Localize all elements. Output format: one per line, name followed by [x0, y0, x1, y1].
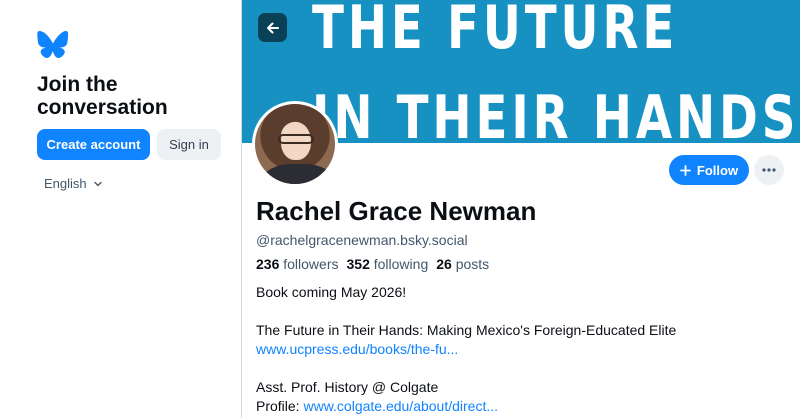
posts-label: posts [455, 256, 490, 272]
followers-stat[interactable]: 236 followers [256, 256, 339, 272]
avatar-shirt [263, 164, 333, 184]
bio-profile-prefix: Profile: [256, 398, 304, 414]
following-stat[interactable]: 352 following [347, 256, 429, 272]
avatar[interactable] [252, 101, 338, 187]
bio-line-3: Asst. Prof. History @ Colgate [256, 379, 439, 395]
banner-text-line1: THE FUTURE [312, 0, 679, 63]
language-label: English [44, 176, 87, 191]
chevron-down-icon [93, 181, 102, 186]
banner-text-line2: IN THEIR HANDS [312, 83, 800, 143]
left-sidebar: Join the conversation Create account Sig… [0, 0, 241, 418]
profile-stats: 236 followers 352 following 26 posts [256, 256, 489, 272]
profile-handle: @rachelgracenewman.bsky.social [256, 232, 468, 248]
join-title: Join the conversation [37, 73, 168, 119]
posts-stat: 26 posts [436, 256, 489, 272]
butterfly-icon[interactable] [37, 31, 69, 58]
more-options-button[interactable] [754, 155, 784, 185]
bio-link-ucpress[interactable]: www.ucpress.edu/books/the-fu... [256, 341, 458, 357]
profile-name: Rachel Grace Newman [256, 196, 537, 226]
bio-link-colgate[interactable]: www.colgate.edu/about/direct... [303, 398, 498, 414]
follow-label: Follow [696, 162, 739, 178]
follow-button[interactable]: Follow [669, 155, 749, 185]
back-button[interactable] [258, 13, 287, 42]
following-label: following [373, 256, 429, 272]
plus-icon [680, 164, 691, 176]
profile-bio: Book coming May 2026! The Future in Thei… [256, 283, 776, 416]
arrow-left-icon [266, 22, 279, 33]
bio-line-2: The Future in Their Hands: Making Mexico… [256, 322, 677, 338]
sign-in-button[interactable]: Sign in [157, 129, 221, 160]
language-selector[interactable]: English [44, 176, 103, 191]
posts-count: 26 [436, 256, 452, 272]
create-account-button[interactable]: Create account [37, 129, 150, 160]
bio-line-4: Profile: www.colgate.edu/about/direct... [256, 397, 776, 416]
ellipsis-icon [762, 168, 776, 172]
avatar-glasses [278, 134, 314, 144]
followers-label: followers [283, 256, 339, 272]
followers-count: 236 [256, 256, 280, 272]
bio-line-1: Book coming May 2026! [256, 284, 407, 300]
following-count: 352 [346, 256, 370, 272]
